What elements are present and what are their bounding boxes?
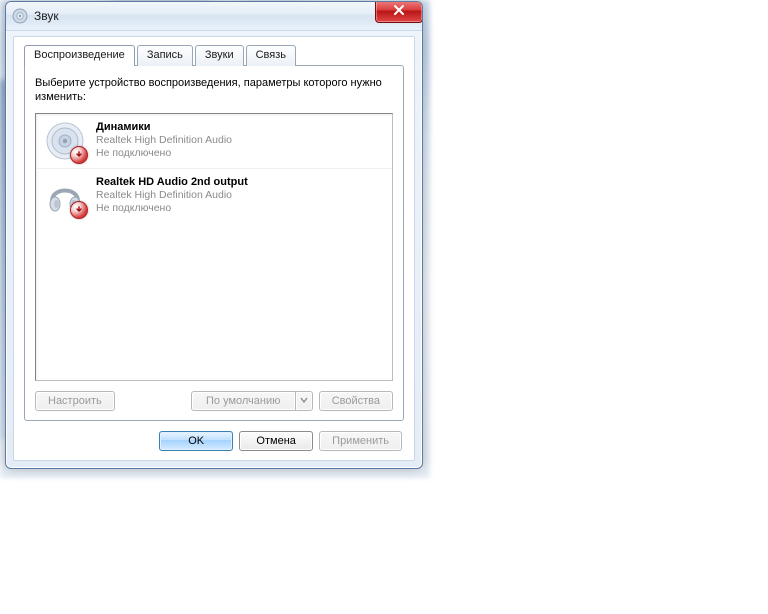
- unplugged-badge-icon: [70, 146, 88, 164]
- device-text: Realtek HD Audio 2nd output Realtek High…: [96, 175, 248, 217]
- headphones-icon: [44, 175, 86, 217]
- tab-communications[interactable]: Связь: [246, 45, 296, 66]
- tab-playback[interactable]: Воспроизведение: [24, 45, 135, 66]
- device-item[interactable]: Динамики Realtek High Definition Audio Н…: [36, 114, 392, 169]
- tab-page-playback: Выберите устройство воспроизведения, пар…: [24, 65, 404, 421]
- device-driver: Realtek High Definition Audio: [96, 134, 232, 147]
- device-status: Не подключено: [96, 202, 248, 215]
- playback-device-list[interactable]: Динамики Realtek High Definition Audio Н…: [35, 113, 393, 381]
- device-status: Не подключено: [96, 147, 232, 160]
- device-item[interactable]: Realtek HD Audio 2nd output Realtek High…: [36, 169, 392, 223]
- device-text: Динамики Realtek High Definition Audio Н…: [96, 120, 232, 162]
- tab-sounds[interactable]: Звуки: [195, 45, 244, 66]
- dialog-button-row: OK Отмена Применить: [24, 431, 404, 451]
- unplugged-badge-icon: [70, 201, 88, 219]
- device-action-row: Настроить По умолчанию Свойства: [35, 391, 393, 411]
- configure-button[interactable]: Настроить: [35, 391, 115, 411]
- ok-button[interactable]: OK: [159, 431, 233, 451]
- speaker-icon: [44, 120, 86, 162]
- set-default-button[interactable]: По умолчанию: [191, 391, 295, 411]
- tab-recording[interactable]: Запись: [137, 45, 193, 66]
- sound-dialog-window: Звук Воспроизведение Запись Звуки Связь …: [5, 1, 423, 469]
- set-default-split-button: По умолчанию: [191, 391, 313, 411]
- chevron-down-icon: [300, 395, 308, 407]
- cancel-button[interactable]: Отмена: [239, 431, 313, 451]
- titlebar[interactable]: Звук: [6, 2, 422, 31]
- device-name: Realtek HD Audio 2nd output: [96, 176, 248, 190]
- device-name: Динамики: [96, 121, 232, 135]
- device-driver: Realtek High Definition Audio: [96, 189, 248, 202]
- sound-app-icon: [12, 8, 28, 24]
- set-default-dropdown[interactable]: [295, 391, 313, 411]
- tab-strip: Воспроизведение Запись Звуки Связь: [24, 45, 404, 66]
- instruction-text: Выберите устройство воспроизведения, пар…: [35, 76, 393, 105]
- close-button[interactable]: [375, 1, 423, 23]
- window-title: Звук: [34, 9, 59, 23]
- properties-button[interactable]: Свойства: [319, 391, 393, 411]
- apply-button[interactable]: Применить: [319, 431, 402, 451]
- close-icon: [393, 4, 405, 19]
- dialog-client-area: Воспроизведение Запись Звуки Связь Выбер…: [13, 36, 415, 461]
